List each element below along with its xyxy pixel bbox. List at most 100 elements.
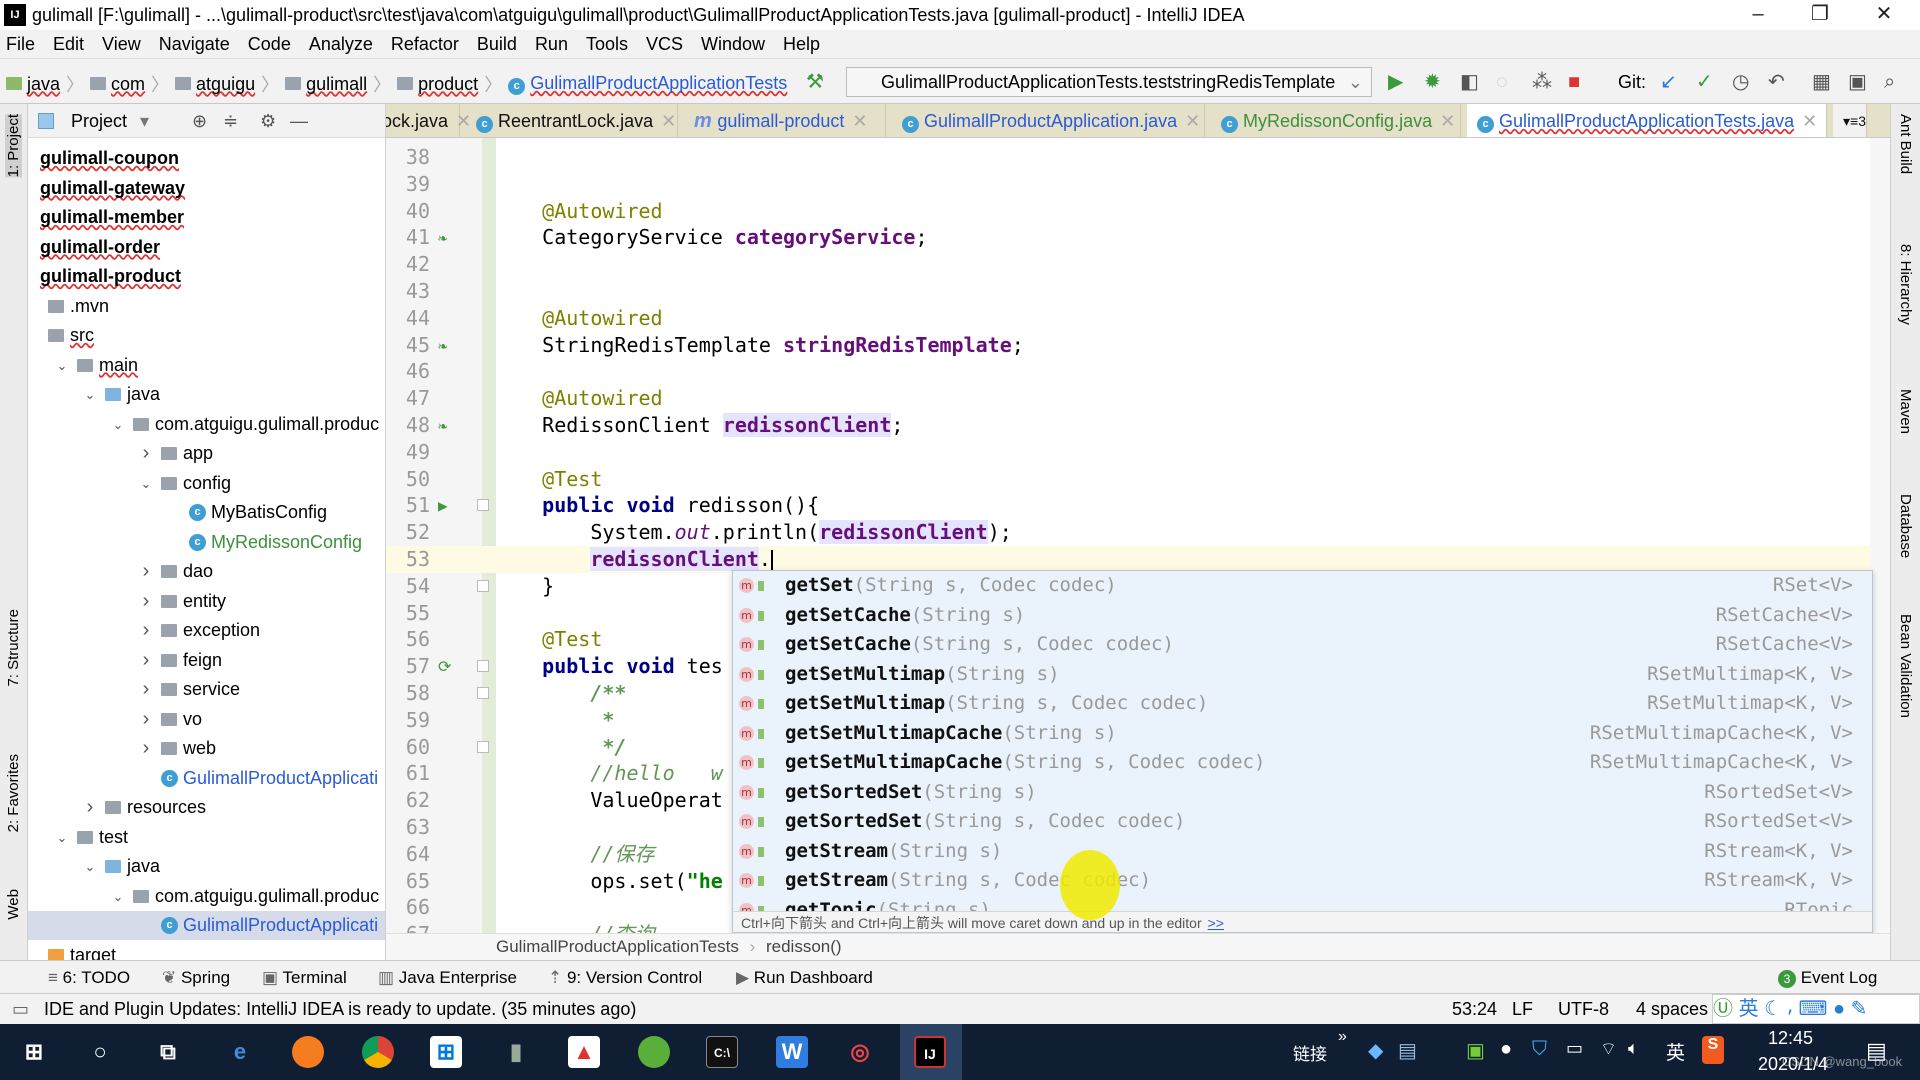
chevron-down-icon[interactable]: ⌄	[107, 410, 129, 439]
chevron-icon[interactable]: »	[1338, 1028, 1347, 1046]
chevron-right-icon[interactable]: ›	[79, 793, 101, 822]
tree-item[interactable]: ⌄ main	[28, 351, 385, 380]
close-tab-icon[interactable]: ✕	[1185, 111, 1200, 131]
menu-run[interactable]: Run	[535, 30, 568, 58]
chevron-right-icon[interactable]: ›	[135, 616, 157, 645]
chrome-icon[interactable]	[362, 1036, 394, 1068]
git-commit-icon[interactable]: ✓	[1696, 71, 1713, 93]
tree-item[interactable]: › feign	[28, 646, 385, 675]
chevron-down-icon[interactable]: ⌄	[51, 351, 73, 380]
tab-myredissonconfig-java[interactable]: c MyRedissonConfig.java ✕	[1211, 104, 1461, 137]
tool-structure[interactable]: 7: Structure	[5, 609, 22, 687]
menu-refactor[interactable]: Refactor	[391, 30, 459, 58]
close-tab-icon[interactable]: ✕	[852, 111, 867, 131]
tool-window-run-dashboard[interactable]: ▶ Run Dashboard	[736, 961, 873, 994]
completion-item[interactable]: m getSetMultimapCache(String s) RSetMultim…	[733, 719, 1863, 749]
nvidia-icon[interactable]: ▣	[1466, 1038, 1485, 1063]
search-circle-icon[interactable]: ○	[84, 1036, 116, 1068]
tab-overflow-button[interactable]: ▾≡3	[1833, 104, 1867, 137]
menu-tools[interactable]: Tools	[586, 30, 628, 58]
tree-item[interactable]: src	[28, 321, 385, 350]
tree-item[interactable]: › vo	[28, 705, 385, 734]
attach-debugger-icon[interactable]: ⁂	[1532, 71, 1552, 93]
status-message[interactable]: IDE and Plugin Updates: IntelliJ IDEA is…	[44, 994, 636, 1024]
chevron-right-icon[interactable]: ›	[135, 675, 157, 704]
restore-button[interactable]: ❐	[1792, 0, 1848, 30]
tree-item[interactable]: target	[28, 941, 385, 960]
completion-item[interactable]: m getSetMultimap(String s, Codec codec) RS…	[733, 689, 1863, 719]
tool-window-spring[interactable]: ❦ Spring	[162, 961, 230, 994]
tree-item[interactable]: › dao	[28, 557, 385, 586]
hide-icon[interactable]: —	[290, 104, 308, 138]
chevron-down-icon[interactable]: ⌄	[79, 852, 101, 881]
chevron-right-icon[interactable]: ›	[135, 705, 157, 734]
tool-database[interactable]: Database	[1897, 494, 1914, 558]
nav-crumb-atguigu[interactable]: atguigu	[175, 74, 255, 95]
tree-item[interactable]: › app	[28, 439, 385, 468]
tree-item[interactable]: › service	[28, 675, 385, 704]
completion-item[interactable]: m getSetCache(String s) RSetCache<V>	[733, 601, 1863, 631]
tree-item[interactable]: gulimall-gateway	[28, 174, 385, 203]
run-test-icon[interactable]: ⟳	[438, 653, 451, 680]
chevron-right-icon[interactable]: ›	[135, 734, 157, 763]
tree-item[interactable]: › exception	[28, 616, 385, 645]
notifications-icon[interactable]: ▤	[1866, 1038, 1887, 1064]
clock-time[interactable]: 12:45	[1768, 1028, 1813, 1049]
chevron-right-icon[interactable]: ›	[135, 587, 157, 616]
tool-web[interactable]: Web	[5, 889, 22, 920]
run-icon[interactable]: ▶	[1388, 71, 1403, 93]
code-completion-popup[interactable]: m getSet(String s, Codec codec) RSet<V> m ge…	[732, 570, 1873, 933]
close-tab-icon[interactable]: ✕	[1802, 111, 1817, 131]
locate-icon[interactable]: ⊕	[192, 104, 207, 138]
tab-ock-java[interactable]: ock.java ✕	[386, 104, 471, 137]
run-test-icon[interactable]: ▶	[438, 492, 448, 519]
tab-reentrantlock-java[interactable]: c ReentrantLock.java ✕	[466, 104, 678, 137]
git-update-icon[interactable]: ↙	[1660, 71, 1677, 93]
links-toolbar[interactable]: 链接	[1293, 1040, 1327, 1065]
tree-item[interactable]: gulimall-coupon	[28, 144, 385, 173]
tree-item[interactable]: ⌄ test	[28, 823, 385, 852]
build-hammer-icon[interactable]: ⚒	[806, 71, 824, 93]
rollback-icon[interactable]: ↶	[1768, 71, 1785, 93]
ime-toolbar[interactable]: Ⓤ 英 ☾ ⸴ ⌨ ● ✎	[1712, 994, 1920, 1024]
tool-window-9-version-control[interactable]: ⇡ 9: Version Control	[548, 961, 702, 994]
menu-code[interactable]: Code	[248, 30, 291, 58]
event-log-button[interactable]: 3 Event Log	[1778, 961, 1877, 994]
terminal-window-icon[interactable]: ▣	[1848, 71, 1867, 93]
completion-item[interactable]: m getStream(String s, Codec codec) RStream…	[733, 866, 1863, 896]
volume-icon[interactable]: 🔈︎	[1628, 1038, 1639, 1059]
tree-item[interactable]: gulimall-member	[28, 203, 385, 232]
sogou-icon[interactable]: S	[1702, 1036, 1724, 1064]
gear-icon[interactable]: ⚙	[260, 104, 276, 138]
cube-icon[interactable]: ◆	[1368, 1038, 1383, 1063]
history-icon[interactable]: ◷	[1732, 71, 1749, 93]
tree-item[interactable]: › resources	[28, 793, 385, 822]
intellij-taskbar-button[interactable]: IJ	[900, 1024, 962, 1080]
tree-item[interactable]: › entity	[28, 587, 385, 616]
firefox-icon[interactable]	[292, 1036, 324, 1068]
stop-icon[interactable]: ■	[1568, 71, 1580, 93]
profile-icon[interactable]: ◌	[1496, 71, 1508, 93]
edge-icon[interactable]: e	[224, 1036, 256, 1068]
run-config-dropdown[interactable]: GulimallProductApplicationTests.teststri…	[846, 67, 1372, 97]
line-separator[interactable]: LF	[1512, 994, 1533, 1024]
completion-item[interactable]: m getSet(String s, Codec codec) RSet<V>	[733, 571, 1863, 601]
xmind-icon[interactable]: ▲	[568, 1036, 600, 1068]
indent-setting[interactable]: 4 spaces	[1636, 994, 1708, 1024]
tree-item[interactable]: gulimall-product	[28, 262, 385, 291]
wps-icon[interactable]: W	[776, 1036, 808, 1068]
tree-item[interactable]: ⌄ com.atguigu.gulimall.produc	[28, 410, 385, 439]
input-language[interactable]: 英	[1666, 1038, 1685, 1065]
tool-project[interactable]: 1: Project	[5, 114, 22, 178]
tree-item[interactable]: ⌄ java	[28, 852, 385, 881]
cmd-icon[interactable]: C:\	[706, 1036, 738, 1068]
tab-gulimallproductapplicationtests-java[interactable]: c GulimallProductApplicationTests.java ✕	[1467, 104, 1827, 137]
tool-window-6-todo[interactable]: ≡ 6: TODO	[48, 961, 130, 994]
tree-item[interactable]: c MyRedissonConfig	[28, 528, 385, 557]
tool-window-terminal[interactable]: ▣ Terminal	[262, 961, 347, 994]
wifi-icon[interactable]: ⌔	[1600, 1038, 1617, 1061]
ime-language[interactable]: 英	[1739, 998, 1759, 1020]
spring-tool-icon[interactable]	[638, 1036, 670, 1068]
menu-vcs[interactable]: VCS	[646, 30, 683, 58]
menu-build[interactable]: Build	[477, 30, 517, 58]
